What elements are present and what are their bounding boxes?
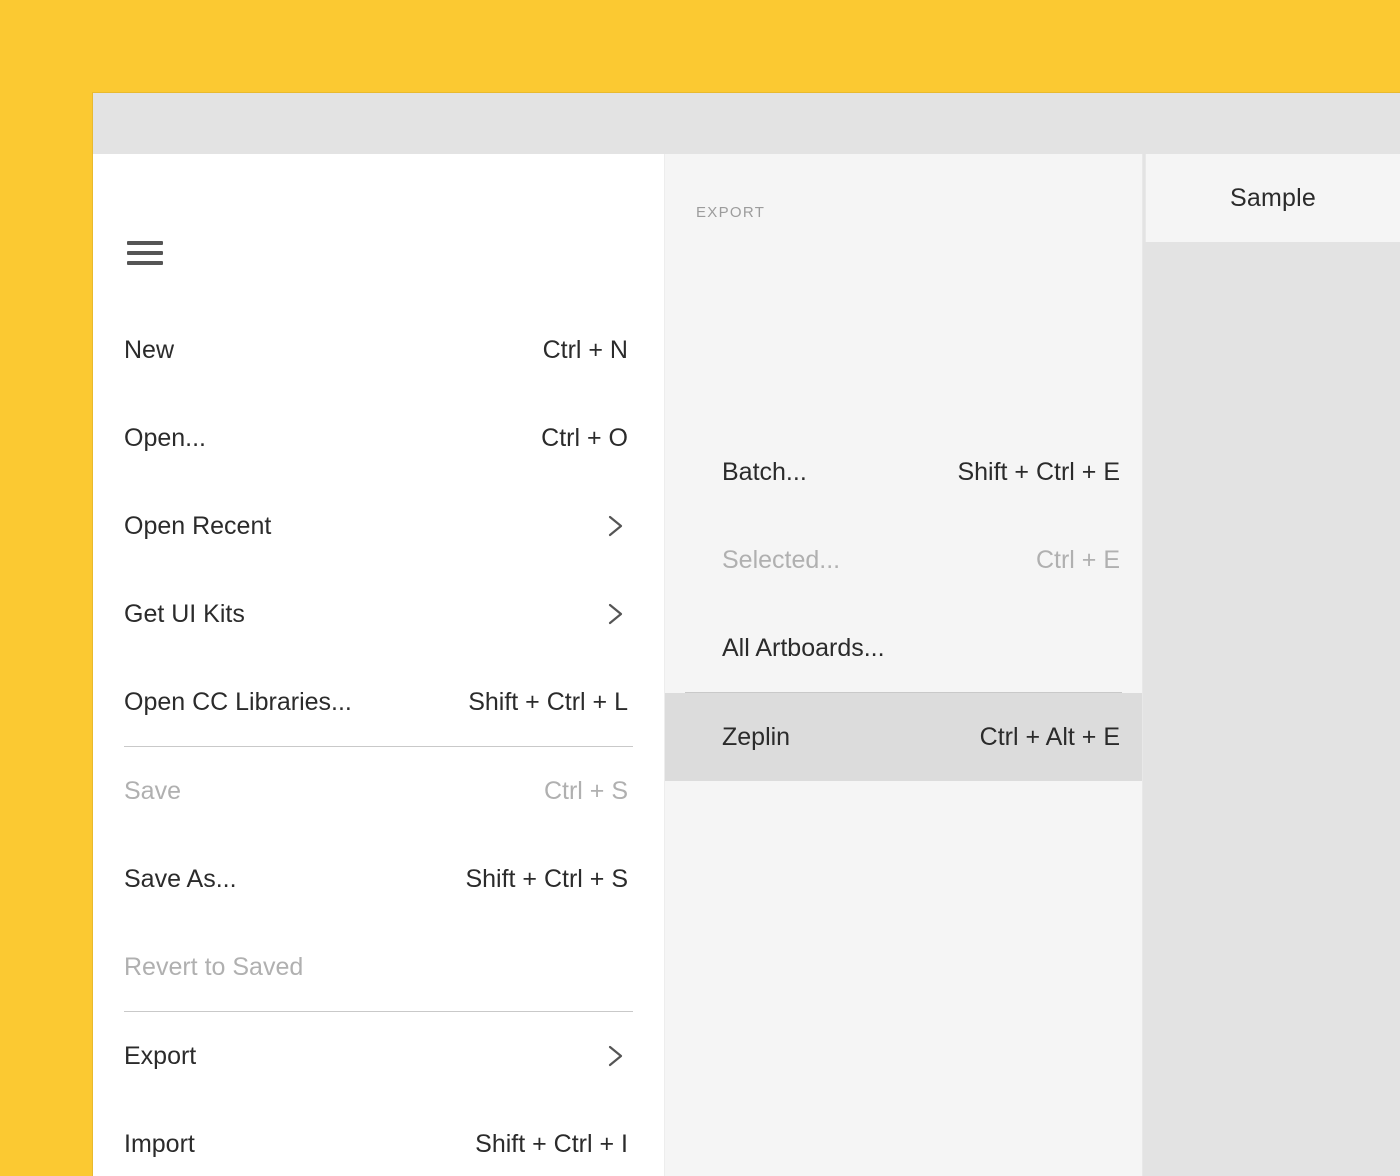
menu-item-save-as[interactable]: Save As... Shift + Ctrl + S xyxy=(93,835,664,923)
menu-item-shortcut: Ctrl + O xyxy=(541,423,628,452)
menu-item-export[interactable]: Export xyxy=(93,1012,664,1100)
menu-item-label: Get UI Kits xyxy=(124,599,245,628)
menu-item-label: Save As... xyxy=(124,864,237,893)
menu-item-shortcut: Shift + Ctrl + I xyxy=(475,1129,628,1158)
menu-item-label: Save xyxy=(124,776,181,805)
menu-item-shortcut: Ctrl + N xyxy=(542,335,628,364)
menu-item-new[interactable]: New Ctrl + N xyxy=(93,306,664,394)
menu-item-label: New xyxy=(124,335,175,364)
submenu-item-shortcut: Shift + Ctrl + E xyxy=(957,457,1120,486)
file-menu-list: New Ctrl + N Open... Ctrl + O Open Recen… xyxy=(93,306,664,1176)
application-window: Sample New Ctrl + N Open... Ctrl + O Ope… xyxy=(93,93,1400,1176)
export-submenu-heading: EXPORT xyxy=(696,204,766,221)
document-tab-strip: Sample xyxy=(1145,154,1400,242)
menu-item-open[interactable]: Open... Ctrl + O xyxy=(93,394,664,482)
menu-item-shortcut: Ctrl + S xyxy=(543,776,628,805)
submenu-item-zeplin[interactable]: Zeplin Ctrl + Alt + E xyxy=(665,693,1142,781)
hamburger-bar-1 xyxy=(127,241,163,245)
hamburger-bar-2 xyxy=(127,251,163,255)
chevron-right-icon xyxy=(606,1041,628,1071)
export-submenu-panel: EXPORT Batch... Shift + Ctrl + E Selecte… xyxy=(665,154,1143,1176)
menu-item-label: Open CC Libraries... xyxy=(124,687,352,716)
submenu-item-shortcut: Ctrl + Alt + E xyxy=(979,722,1120,751)
chevron-right-icon xyxy=(606,599,628,629)
menu-item-label: Export xyxy=(124,1041,197,1070)
submenu-item-label: Zeplin xyxy=(722,722,791,751)
menu-item-import[interactable]: Import Shift + Ctrl + I xyxy=(93,1100,664,1176)
menu-item-label: Revert to Saved xyxy=(124,952,304,981)
menu-item-open-cc-libraries[interactable]: Open CC Libraries... Shift + Ctrl + L xyxy=(93,658,664,746)
menu-item-get-ui-kits[interactable]: Get UI Kits xyxy=(93,570,664,658)
document-tab-sample[interactable]: Sample xyxy=(1145,154,1400,242)
document-tab-label: Sample xyxy=(1230,183,1316,212)
hamburger-bar-3 xyxy=(127,261,163,265)
hamburger-menu-icon[interactable] xyxy=(127,241,163,266)
submenu-item-shortcut: Ctrl + E xyxy=(1035,545,1120,574)
submenu-item-label: All Artboards... xyxy=(722,633,885,662)
menu-item-shortcut: Shift + Ctrl + L xyxy=(468,687,628,716)
export-submenu-list: Batch... Shift + Ctrl + E Selected... Ct… xyxy=(665,428,1142,781)
menu-item-label: Import xyxy=(124,1129,195,1158)
menu-item-open-recent[interactable]: Open Recent xyxy=(93,482,664,570)
menu-item-label: Open... xyxy=(124,423,206,452)
file-menu-panel: New Ctrl + N Open... Ctrl + O Open Recen… xyxy=(93,154,665,1176)
submenu-item-label: Selected... xyxy=(722,545,841,574)
title-bar xyxy=(93,93,1400,154)
menu-item-revert-to-saved: Revert to Saved xyxy=(93,923,664,1011)
menu-item-shortcut: Shift + Ctrl + S xyxy=(465,864,628,893)
workspace: Sample New Ctrl + N Open... Ctrl + O Ope… xyxy=(93,154,1400,1176)
menu-item-label: Open Recent xyxy=(124,511,272,540)
chevron-right-icon xyxy=(606,511,628,541)
submenu-item-batch[interactable]: Batch... Shift + Ctrl + E xyxy=(665,428,1142,516)
submenu-item-selected: Selected... Ctrl + E xyxy=(665,516,1142,604)
menu-item-save: Save Ctrl + S xyxy=(93,747,664,835)
submenu-item-all-artboards[interactable]: All Artboards... xyxy=(665,604,1142,692)
submenu-item-label: Batch... xyxy=(722,457,807,486)
